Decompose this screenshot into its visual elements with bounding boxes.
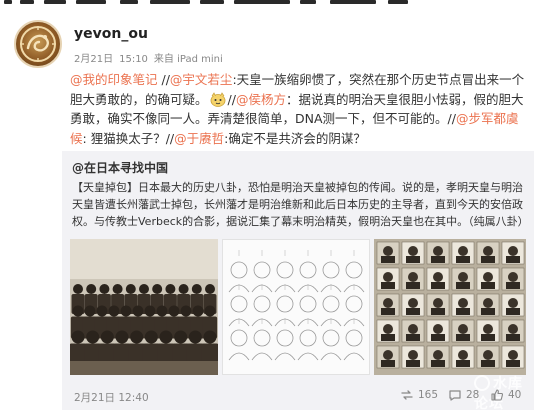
- repost-action[interactable]: 165: [400, 388, 438, 402]
- comment-fragment: : 狸猫换太子？//: [82, 130, 175, 146]
- repost-author[interactable]: @在日本寻找中国: [72, 159, 168, 176]
- like-icon: [491, 389, 504, 401]
- reposted-card[interactable]: @在日本寻找中国 【天皇掉包】日本最大的历史八卦，恐怕是明治天皇被掉包的传闻。说…: [62, 151, 534, 410]
- repost-count: 165: [418, 389, 439, 401]
- group-photo-sepia: [70, 239, 218, 375]
- username[interactable]: yevon_ou: [74, 26, 148, 42]
- mention-link[interactable]: @我的印象笔记: [70, 72, 158, 87]
- post-meta: 2月21日 15:10 来自 iPad mini: [74, 50, 229, 65]
- repost-icon: [401, 390, 413, 400]
- repost-footer: 2月21日 12:40 165 28 40: [70, 385, 526, 405]
- like-action[interactable]: 40: [490, 388, 521, 402]
- repost-photo-3[interactable]: [374, 239, 526, 375]
- like-count: 40: [508, 389, 522, 401]
- comment-icon: [449, 390, 461, 401]
- post-date: 2月21日: [74, 54, 114, 65]
- outline-diagram-image: [223, 240, 369, 374]
- post-comment-text: @我的印象笔记 //@宇文若尘:天皇一族缩卵惯了，突然在那个历史节点冒出来一个胆…: [70, 70, 530, 148]
- avatar[interactable]: [14, 20, 62, 68]
- mention-link[interactable]: @侯杨方: [236, 92, 286, 107]
- repost-time[interactable]: 2月21日 12:40: [74, 390, 149, 405]
- repost-photo-2[interactable]: [222, 239, 370, 375]
- repost-text: 【天皇掉包】日本最大的历史八卦，恐怕是明治天皇被掉包的传闻。说的是，孝明天皇与明…: [72, 181, 529, 228]
- comment-count: 28: [466, 389, 480, 401]
- comment-fragment: :确定不是共济会的阴谋？: [224, 130, 366, 146]
- comment-action[interactable]: 28: [448, 388, 479, 402]
- comment-fragment: //: [227, 91, 236, 107]
- face-icon: [210, 91, 226, 107]
- mention-link[interactable]: @宇文若尘: [170, 72, 233, 87]
- repost-photo-1[interactable]: [70, 239, 218, 375]
- post-time: 15:10: [119, 54, 148, 65]
- mention-link[interactable]: @于赓哲: [174, 131, 224, 146]
- annotated-portrait-collage: [374, 239, 526, 375]
- post-source[interactable]: 来自 iPad mini: [154, 54, 223, 65]
- avatar-dragon-emblem-icon: [20, 26, 56, 62]
- comment-fragment: //: [157, 72, 170, 87]
- weibo-post: yevon_ou 2月21日 15:10 来自 iPad mini @我的印象笔记 …: [0, 6, 540, 410]
